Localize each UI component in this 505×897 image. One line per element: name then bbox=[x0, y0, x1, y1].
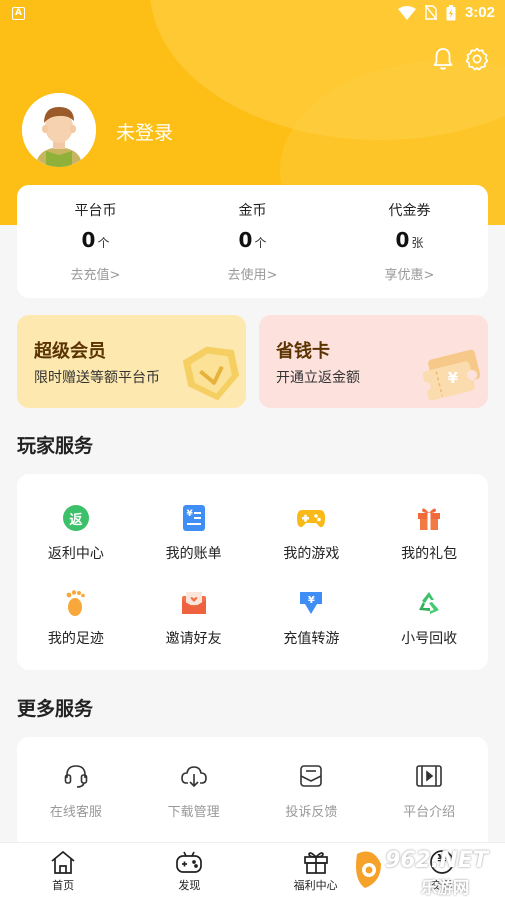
watermark-domain: 962.NET bbox=[385, 848, 488, 873]
service-recharge-transfer[interactable]: ¥ 充值转游 bbox=[253, 588, 371, 673]
download-icon bbox=[180, 766, 207, 788]
home-icon bbox=[51, 850, 75, 874]
discount-link[interactable]: 享优惠> bbox=[331, 264, 488, 283]
footprint-icon bbox=[66, 590, 85, 616]
feedback-icon bbox=[300, 765, 323, 787]
saving-card-title: 省钱卡 bbox=[276, 341, 330, 362]
login-status-label[interactable]: 未登录 bbox=[116, 118, 173, 145]
settings-icon[interactable] bbox=[464, 46, 490, 72]
headset-icon bbox=[64, 765, 88, 788]
balance-voucher[interactable]: 代金券 0张 享优惠> bbox=[331, 185, 488, 298]
tab-label: 首页 bbox=[52, 879, 75, 892]
service-label: 下载管理 bbox=[167, 805, 220, 820]
service-label: 我的礼包 bbox=[401, 546, 458, 562]
more-services-title: 更多服务 bbox=[17, 698, 94, 720]
service-my-bill[interactable]: ¥ 我的账单 bbox=[135, 503, 253, 588]
clock: 3:02 bbox=[464, 4, 495, 21]
avatar[interactable] bbox=[22, 93, 96, 167]
rebate-glyph: 返 bbox=[69, 513, 83, 528]
tab-home[interactable]: 首页 bbox=[0, 843, 126, 897]
service-label: 邀请好友 bbox=[165, 631, 222, 647]
wifi-icon bbox=[397, 5, 416, 20]
service-label: 投诉反馈 bbox=[285, 805, 338, 820]
use-link[interactable]: 去使用> bbox=[174, 264, 331, 283]
saving-card-subtitle: 开通立返金额 bbox=[276, 370, 360, 386]
recharge-link[interactable]: 去充值> bbox=[17, 264, 174, 283]
service-label: 我的游戏 bbox=[283, 546, 340, 562]
balance-unit: 个 bbox=[97, 236, 110, 250]
balance-label: 金币 bbox=[238, 203, 267, 219]
service-my-footprint[interactable]: 我的足迹 bbox=[17, 588, 135, 673]
balance-platform-coin[interactable]: 平台币 0个 去充值> bbox=[17, 185, 174, 298]
super-vip-card[interactable]: 超级会员 限时赠送等额平台币 bbox=[17, 315, 246, 408]
vip-badge-icon bbox=[182, 346, 240, 401]
discover-icon bbox=[176, 851, 203, 873]
site-watermark: 962.NET 乐游网 bbox=[351, 848, 499, 897]
service-label: 我的账单 bbox=[165, 546, 222, 562]
service-label: 小号回收 bbox=[401, 631, 458, 647]
tab-label: 发现 bbox=[178, 879, 201, 892]
gamepad-icon bbox=[297, 510, 326, 528]
app-notification-icon: A bbox=[12, 7, 25, 20]
service-account-recycle[interactable]: 小号回收 bbox=[370, 588, 488, 673]
gift-icon bbox=[418, 508, 441, 530]
balances-card: 平台币 0个 去充值> 金币 0个 去使用> 代金券 0张 享优惠> bbox=[17, 185, 488, 298]
service-rebate-center[interactable]: 返 返利中心 bbox=[17, 503, 135, 588]
service-label: 平台介绍 bbox=[403, 805, 456, 820]
service-my-gifts[interactable]: 我的礼包 bbox=[370, 503, 488, 588]
more-services-card: 在线客服 下载管理 投诉反馈 平台介绍 bbox=[17, 737, 488, 857]
service-label: 充值转游 bbox=[283, 631, 340, 647]
vip-title: 超级会员 bbox=[34, 341, 106, 362]
balance-label: 平台币 bbox=[74, 203, 117, 219]
bell-icon[interactable] bbox=[430, 46, 456, 72]
money-saving-card[interactable]: 省钱卡 开通立返金额 ¥ bbox=[259, 315, 488, 408]
balance-value: 0 bbox=[81, 228, 96, 252]
default-avatar-illustration bbox=[22, 93, 96, 167]
service-label: 返利中心 bbox=[47, 546, 104, 562]
service-invite-friends[interactable]: 邀请好友 bbox=[135, 588, 253, 673]
no-sim-icon bbox=[424, 5, 437, 20]
balance-unit: 张 bbox=[411, 236, 424, 250]
invite-icon bbox=[181, 592, 206, 614]
balance-value: 0 bbox=[238, 228, 253, 252]
film-icon bbox=[416, 765, 442, 787]
player-services-title: 玩家服务 bbox=[17, 435, 94, 457]
watermark-name: 乐游网 bbox=[421, 878, 470, 897]
bill-icon bbox=[182, 505, 205, 531]
balance-unit: 个 bbox=[254, 236, 267, 250]
transfer-yuan-glyph: ¥ bbox=[307, 594, 315, 606]
balance-label: 代金券 bbox=[388, 203, 431, 219]
tab-discover[interactable]: 发现 bbox=[126, 843, 252, 897]
balance-value: 0 bbox=[395, 228, 410, 252]
battery-icon bbox=[446, 4, 456, 20]
status-bar: A 3:02 bbox=[0, 0, 505, 28]
balance-gold-coin[interactable]: 金币 0个 去使用> bbox=[174, 185, 331, 298]
yuan-symbol: ¥ bbox=[447, 369, 458, 387]
tab-label: 福利中心 bbox=[293, 879, 338, 892]
service-label: 我的足迹 bbox=[47, 631, 104, 647]
vip-subtitle: 限时赠送等额平台币 bbox=[34, 370, 160, 386]
bill-yuan-glyph: ¥ bbox=[186, 508, 193, 519]
service-label: 在线客服 bbox=[49, 805, 102, 820]
player-services-card: 返 返利中心 ¥ 我的账单 我的游戏 我的礼包 我的足迹 邀请好友 ¥ 充值转游… bbox=[17, 474, 488, 670]
gift-icon bbox=[303, 852, 328, 874]
service-my-games[interactable]: 我的游戏 bbox=[253, 503, 371, 588]
recycle-icon bbox=[419, 592, 440, 614]
